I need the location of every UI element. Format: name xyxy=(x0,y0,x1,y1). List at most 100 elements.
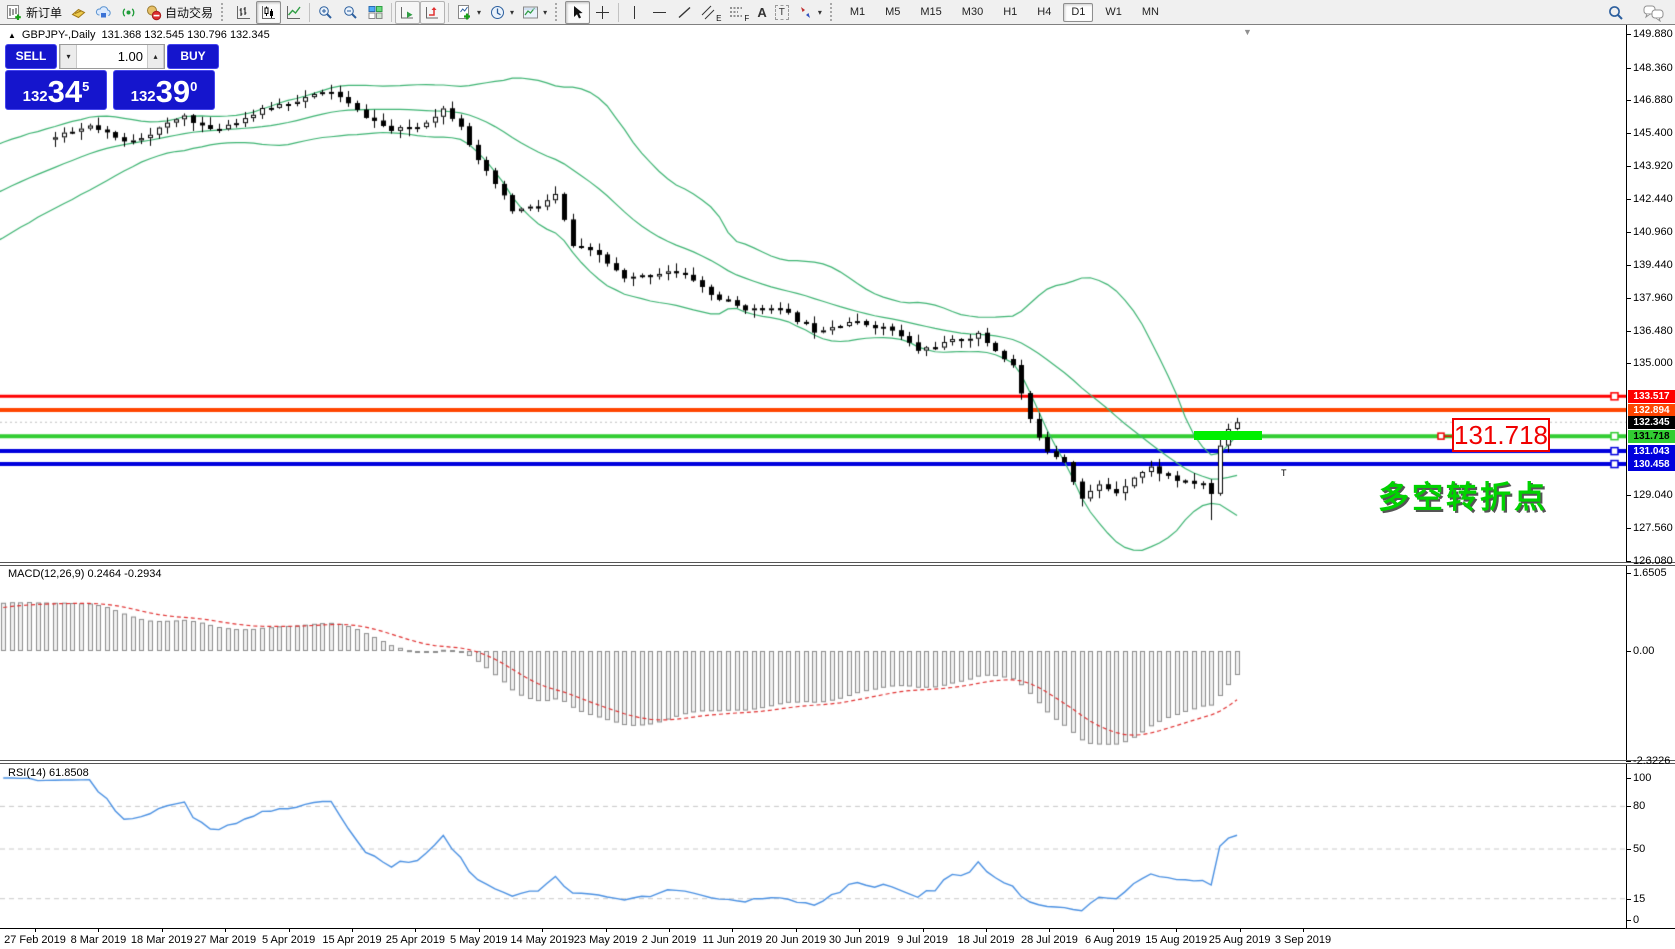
volume-increase-button[interactable]: ▴ xyxy=(147,45,164,68)
indicators-dropdown-caret[interactable]: ▾ xyxy=(477,8,481,17)
timeframe-M30[interactable]: M30 xyxy=(954,3,991,22)
buy-button[interactable]: BUY xyxy=(167,44,219,69)
chat-icon xyxy=(1643,4,1665,22)
macd-panel-splitter[interactable] xyxy=(0,562,1675,566)
signals-button[interactable] xyxy=(116,1,141,24)
price-axis-tick-label: 143.920 xyxy=(1633,160,1673,172)
channel-sub-label: E xyxy=(716,14,721,23)
templates-button[interactable]: ▾ xyxy=(518,1,551,24)
time-axis-label: 5 May 2019 xyxy=(450,934,507,946)
text-tool-icon: A xyxy=(757,5,766,20)
price-axis-line[interactable] xyxy=(1626,25,1627,928)
volume-decrease-button[interactable]: ▾ xyxy=(60,45,77,68)
timeframe-M5[interactable]: M5 xyxy=(877,3,908,22)
chart-shift-button[interactable] xyxy=(420,1,445,24)
time-axis-tick xyxy=(1176,929,1177,932)
arrows-dropdown-caret[interactable]: ▾ xyxy=(818,8,822,17)
timeframe-D1[interactable]: D1 xyxy=(1063,3,1093,22)
arrows-tool-button[interactable]: ▾ xyxy=(793,1,826,24)
timeframe-H4[interactable]: H4 xyxy=(1029,3,1059,22)
tile-windows-button[interactable] xyxy=(363,1,388,24)
time-axis-tick xyxy=(35,929,36,932)
zoom-in-button[interactable] xyxy=(313,1,338,24)
bar-chart-button[interactable] xyxy=(231,1,256,24)
time-axis-tick xyxy=(98,929,99,932)
zoom-out-button[interactable] xyxy=(338,1,363,24)
buy-price-big: 39 xyxy=(156,76,190,108)
macd-indicator-plot[interactable] xyxy=(0,566,1627,760)
time-axis-label: 14 May 2019 xyxy=(510,934,574,946)
periods-button[interactable]: ▾ xyxy=(485,1,518,24)
search-icon xyxy=(1607,4,1625,22)
cursor-tool-button[interactable] xyxy=(565,1,590,24)
timeframe-M1[interactable]: M1 xyxy=(842,3,873,22)
buy-price-prefix: 132 xyxy=(131,88,156,105)
search-button[interactable] xyxy=(1603,1,1629,24)
periods-dropdown-caret[interactable]: ▾ xyxy=(510,8,514,17)
crosshair-tool-button[interactable] xyxy=(590,1,615,24)
crosshair-icon xyxy=(594,4,611,21)
time-axis-tick xyxy=(542,929,543,932)
candlestick-chart-button[interactable] xyxy=(256,1,281,24)
green-highlight-segment[interactable] xyxy=(1194,431,1262,440)
channel-tool-button[interactable]: E xyxy=(697,1,725,24)
indicators-button[interactable]: ▾ xyxy=(452,1,485,24)
toolbar-drag-handle[interactable] xyxy=(830,3,836,21)
rsi-axis-tick-label: 50 xyxy=(1633,843,1645,855)
signal-icon xyxy=(120,4,137,21)
buy-price-display[interactable]: 132390 xyxy=(113,70,215,110)
timeframe-MN[interactable]: MN xyxy=(1134,3,1167,22)
line-chart-button[interactable] xyxy=(281,1,306,24)
market-button[interactable] xyxy=(91,1,116,24)
timeframe-W1[interactable]: W1 xyxy=(1097,3,1130,22)
rsi-axis-tick xyxy=(1626,920,1631,921)
quotes-button[interactable] xyxy=(66,1,91,24)
templates-dropdown-caret[interactable]: ▾ xyxy=(543,8,547,17)
price-axis-tick-label: 126.080 xyxy=(1633,555,1673,567)
rsi-axis-tick xyxy=(1626,849,1631,850)
toolbar-drag-handle[interactable] xyxy=(555,3,561,21)
price-axis-tick xyxy=(1626,68,1631,69)
vertical-line-tool-button[interactable] xyxy=(622,1,647,24)
autotrading-button[interactable]: 自动交易 xyxy=(141,1,217,24)
text-tool-button[interactable]: A xyxy=(753,1,770,24)
sell-button[interactable]: SELL xyxy=(5,44,57,69)
price-axis-tick xyxy=(1626,232,1631,233)
time-axis-label: 18 Jul 2019 xyxy=(958,934,1015,946)
time-axis-tick xyxy=(352,929,353,932)
price-axis-tick-label: 146.880 xyxy=(1633,94,1673,106)
time-axis-label: 5 Apr 2019 xyxy=(262,934,315,946)
fibonacci-sub-label: F xyxy=(744,14,749,23)
price-callout-box[interactable]: 131.718 xyxy=(1452,418,1550,452)
timeframe-M15[interactable]: M15 xyxy=(912,3,949,22)
rsi-axis-tick xyxy=(1626,899,1631,900)
volume-input[interactable] xyxy=(77,45,147,68)
time-axis-tick xyxy=(479,929,480,932)
rsi-panel-splitter[interactable] xyxy=(0,760,1675,764)
time-axis[interactable]: 27 Feb 20198 Mar 201918 Mar 201927 Mar 2… xyxy=(0,928,1675,949)
turning-point-annotation[interactable]: 多空转折点 xyxy=(1378,472,1548,517)
price-axis-tick xyxy=(1626,166,1631,167)
panel-collapse-icon[interactable]: ▲ xyxy=(8,31,16,40)
price-level-label: 131.718 xyxy=(1628,430,1675,443)
toolbar-drag-handle[interactable] xyxy=(221,3,227,21)
chart-shift-marker[interactable]: ▼ xyxy=(1243,27,1252,37)
fibonacci-tool-button[interactable]: F xyxy=(725,1,753,24)
time-axis-label: 3 Sep 2019 xyxy=(1275,934,1331,946)
horizontal-line-tool-button[interactable] xyxy=(647,1,672,24)
price-axis-tick xyxy=(1626,331,1631,332)
text-label-tool-button[interactable]: T xyxy=(771,1,793,24)
timeframe-H1[interactable]: H1 xyxy=(995,3,1025,22)
auto-scroll-button[interactable] xyxy=(395,1,420,24)
object-t-marker[interactable]: T xyxy=(1281,468,1287,478)
price-axis-tick xyxy=(1626,298,1631,299)
new-order-button[interactable]: 新订单 xyxy=(2,1,66,24)
trendline-tool-button[interactable] xyxy=(672,1,697,24)
time-axis-tick xyxy=(415,929,416,932)
sell-price-display[interactable]: 132345 xyxy=(5,70,107,110)
community-chat-button[interactable] xyxy=(1639,1,1669,24)
channel-icon xyxy=(701,4,715,21)
rsi-indicator-plot[interactable] xyxy=(0,764,1627,927)
time-axis-tick xyxy=(1240,929,1241,932)
time-axis-label: 6 Aug 2019 xyxy=(1085,934,1141,946)
